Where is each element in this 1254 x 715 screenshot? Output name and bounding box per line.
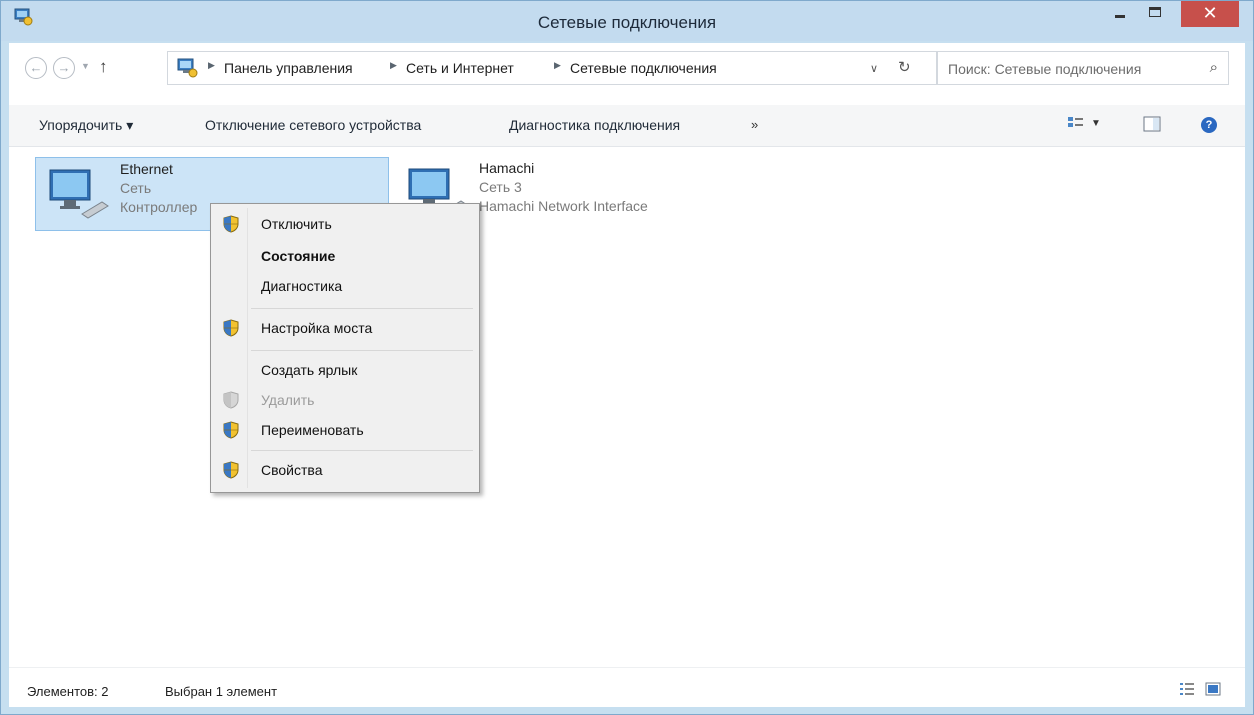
menu-item-label: Состояние — [261, 248, 336, 264]
window-title: Сетевые подключения — [537, 13, 717, 32]
minimize-icon — [1115, 15, 1125, 18]
help-icon[interactable]: ? — [1201, 117, 1217, 133]
connection-name: Ethernet — [120, 161, 173, 177]
change-view-icon[interactable] — [1067, 115, 1085, 133]
search-box[interactable]: Поиск: Сетевые подключения ⌕ — [937, 51, 1229, 85]
uac-shield-icon — [223, 461, 239, 479]
close-button[interactable]: ✕ — [1181, 1, 1239, 27]
menu-item-label: Диагностика — [261, 278, 343, 294]
menu-item-label: Настройка моста — [261, 320, 373, 336]
menu-item-diagnostics[interactable]: Диагностика — [213, 272, 477, 300]
explorer-window: Сетевые подключения ✕ ← → ▼ ↑ ▶ Панель у… — [0, 0, 1254, 715]
search-icon[interactable]: ⌕ — [1210, 59, 1218, 76]
breadcrumb-control-panel[interactable]: Панель управления — [224, 60, 353, 76]
search-input[interactable]: Поиск: Сетевые подключения — [948, 61, 1141, 77]
connection-device: Контроллер — [120, 199, 198, 215]
menu-item-status[interactable]: Состояние — [213, 242, 477, 270]
breadcrumb-separator-icon[interactable]: ▶ — [390, 60, 397, 71]
breadcrumb-separator-icon[interactable]: ▶ — [208, 60, 215, 71]
menu-item-label: Отключить — [261, 216, 332, 232]
breadcrumb-network-connections[interactable]: Сетевые подключения — [570, 60, 717, 76]
refresh-icon[interactable]: ↻ — [898, 58, 911, 76]
title-bar[interactable]: Сетевые подключения ✕ — [1, 1, 1253, 41]
breadcrumb-separator-icon[interactable]: ▶ — [554, 60, 561, 71]
up-button[interactable]: ↑ — [99, 57, 108, 77]
network-adapter-icon — [49, 169, 109, 219]
minimize-button[interactable] — [1105, 1, 1135, 27]
more-commands-button[interactable]: » — [751, 117, 758, 132]
menu-separator — [251, 350, 473, 351]
view-options-dropdown-icon[interactable]: ▼ — [1091, 118, 1101, 129]
control-panel-icon — [177, 58, 198, 78]
menu-item-disable[interactable]: Отключить — [213, 210, 477, 238]
menu-separator — [251, 450, 473, 451]
menu-item-properties[interactable]: Свойства — [213, 456, 477, 484]
uac-shield-icon — [223, 215, 239, 233]
close-icon: ✕ — [1202, 3, 1218, 23]
command-bar: Упорядочить ▾ Отключение сетевого устрой… — [9, 105, 1245, 147]
uac-shield-icon — [223, 319, 239, 337]
context-menu: Отключить Состояние Диагностика Настройк… — [210, 203, 480, 493]
disable-device-button[interactable]: Отключение сетевого устройства — [205, 117, 421, 133]
details-view-icon[interactable] — [1179, 682, 1195, 696]
preview-pane-icon[interactable] — [1143, 115, 1161, 133]
menu-item-label: Создать ярлык — [261, 362, 358, 378]
maximize-button[interactable] — [1141, 1, 1171, 27]
recent-locations-dropdown[interactable]: ▼ — [81, 61, 90, 71]
menu-item-label: Свойства — [261, 462, 323, 478]
uac-shield-icon — [223, 421, 239, 439]
menu-item-label: Удалить — [261, 392, 315, 408]
maximize-icon — [1149, 7, 1161, 17]
address-bar: ← → ▼ ↑ ▶ Панель управления ▶ Сеть и Инт… — [9, 43, 1245, 105]
back-button[interactable]: ← — [25, 57, 47, 79]
large-icons-view-icon[interactable] — [1205, 682, 1221, 696]
menu-item-rename[interactable]: Переименовать — [213, 416, 477, 444]
uac-shield-icon — [223, 391, 239, 409]
connection-name: Hamachi — [479, 160, 535, 176]
organize-button[interactable]: Упорядочить ▾ — [39, 117, 133, 134]
menu-item-bridge[interactable]: Настройка моста — [213, 314, 477, 342]
forward-button[interactable]: → — [53, 57, 75, 79]
menu-item-label: Переименовать — [261, 422, 364, 438]
connection-network: Сеть 3 — [479, 179, 522, 195]
back-arrow-icon: ← — [29, 60, 43, 75]
menu-item-delete: Удалить — [213, 386, 477, 414]
forward-arrow-icon: → — [57, 60, 71, 75]
connection-device: Hamachi Network Interface — [479, 198, 648, 214]
selection-count: Выбран 1 элемент — [165, 684, 278, 699]
address-history-dropdown-icon[interactable]: ∨ — [870, 62, 878, 75]
connection-network: Сеть — [120, 180, 152, 196]
up-arrow-icon: ↑ — [99, 57, 108, 76]
diagnose-connection-button[interactable]: Диагностика подключения — [509, 117, 680, 133]
breadcrumb-network-internet[interactable]: Сеть и Интернет — [406, 60, 514, 76]
status-bar: Элементов: 2 Выбран 1 элемент — [9, 667, 1245, 707]
menu-separator — [251, 308, 473, 309]
item-count: Элементов: 2 — [27, 684, 109, 699]
file-list[interactable]: Ethernet Сеть Контроллер Hamachi Сеть 3 … — [9, 147, 1245, 667]
breadcrumb[interactable]: ▶ Панель управления ▶ Сеть и Интернет ▶ … — [167, 51, 937, 85]
menu-item-create-shortcut[interactable]: Создать ярлык — [213, 356, 477, 384]
